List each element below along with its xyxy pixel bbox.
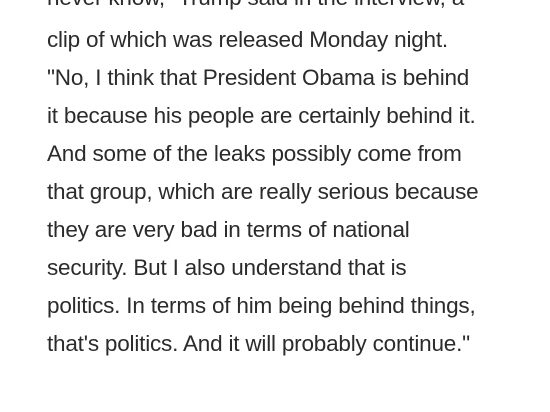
paragraph-line: security. But I also understand that is: [47, 255, 407, 280]
paragraph-line: clip of which was released Monday night.: [47, 27, 448, 52]
paragraph-line: it because his people are certainly behi…: [47, 103, 476, 128]
paragraph-line: they are very bad in terms of national: [47, 217, 410, 242]
paragraph-line: politics. In terms of him being behind t…: [47, 293, 476, 318]
paragraph-line: And some of the leaks possibly come from: [47, 141, 462, 166]
paragraph-line: "No, I think that President Obama is beh…: [47, 65, 470, 90]
paragraph-line: never know," Trump said in the interview…: [47, 0, 464, 13]
paragraph-line: that's politics. And it will probably co…: [47, 331, 470, 356]
paragraph-line: that group, which are really serious bec…: [47, 179, 479, 204]
article-text: never know," Trump said in the interview…: [0, 0, 550, 412]
